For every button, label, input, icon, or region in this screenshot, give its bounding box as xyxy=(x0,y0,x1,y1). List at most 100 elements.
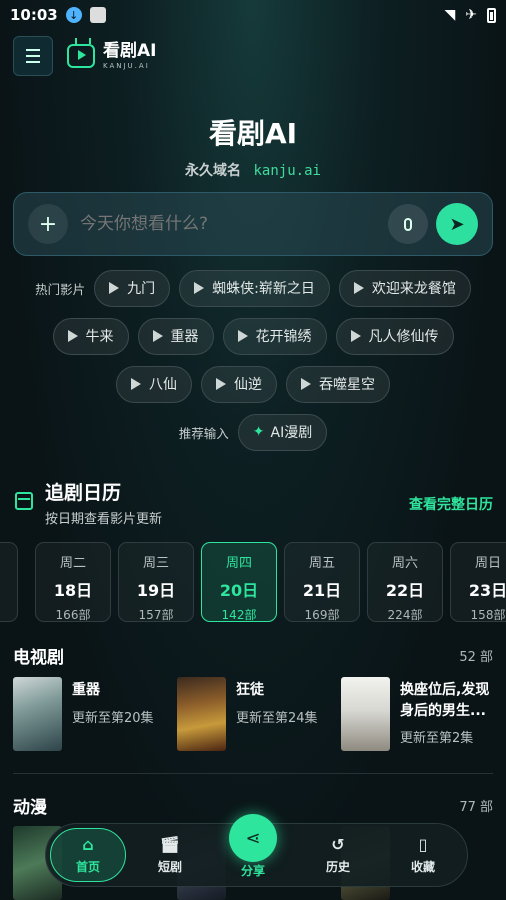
day-card-prev[interactable] xyxy=(0,542,18,622)
day-count: 169部 xyxy=(304,608,340,622)
day-weekday: 周二 xyxy=(59,556,86,571)
menu-icon-line xyxy=(26,49,40,51)
tv-section-header: 电视剧 52 部 xyxy=(13,643,493,668)
day-card[interactable]: 周三 19日 157部 xyxy=(118,542,194,622)
chip-row: 推荐输入 ✦ AI漫剧 xyxy=(0,413,506,451)
chip-text: 牛来 xyxy=(85,329,114,345)
send-button[interactable]: ➤ xyxy=(436,203,478,245)
nav-history[interactable]: ↺ 历史 xyxy=(303,824,373,886)
calendar-header: 追剧日历 按日期查看影片更新 查看完整日历 xyxy=(13,476,493,527)
tv-item[interactable]: 狂徒 更新至第24集 xyxy=(177,677,337,753)
day-count: 157部 xyxy=(138,608,174,622)
tv-logo-icon xyxy=(67,44,95,68)
nav-short-drama[interactable]: 🎬︎ 短剧 xyxy=(135,824,205,886)
day-count: 142部 xyxy=(221,608,257,622)
tv-item-title: 重器 xyxy=(72,682,100,698)
play-icon xyxy=(194,282,205,294)
day-card-selected[interactable]: 周四 20日 142部 xyxy=(201,542,277,622)
hot-movies-chips: 热门影片 九门 蜘蛛侠:崭新之日 欢迎来龙餐馆 牛来 重器 花开锦绣 凡人修仙传… xyxy=(0,269,506,461)
anime-section-count: 77 部 xyxy=(459,800,493,815)
tv-item-update: 更新至第24集 xyxy=(236,711,318,726)
chip-text: AI漫剧 xyxy=(270,425,313,441)
plus-icon: + xyxy=(38,211,58,237)
day-count: 166部 xyxy=(55,608,91,622)
hot-movie-chip[interactable]: 九门 xyxy=(94,269,171,307)
logo-subtitle: KANJU.AI xyxy=(103,61,150,70)
history-icon: ↺ xyxy=(331,835,345,854)
play-icon xyxy=(301,378,311,390)
hot-movie-chip[interactable]: 欢迎来龙餐馆 xyxy=(338,269,471,307)
wifi-icon: ◥ xyxy=(444,7,456,23)
day-date: 21日 xyxy=(302,581,342,600)
day-count: 224部 xyxy=(387,608,423,622)
chip-text: 九门 xyxy=(127,281,156,297)
menu-icon-line xyxy=(26,61,40,63)
chip-text: 欢迎来龙餐馆 xyxy=(371,281,456,297)
tv-section-count: 52 部 xyxy=(459,650,493,665)
hot-movie-chip[interactable]: 花开锦绣 xyxy=(222,317,327,355)
domain-line: 永久域名 kanju.ai xyxy=(0,160,506,180)
hot-movie-chip[interactable]: 八仙 xyxy=(116,365,192,403)
day-card[interactable]: 周六 22日 224部 xyxy=(367,542,443,622)
airplane-icon: ✈ xyxy=(465,7,477,23)
chip-text: 仙逆 xyxy=(234,377,262,393)
day-weekday: 周六 xyxy=(391,556,418,571)
tv-item[interactable]: 重器 更新至第20集 xyxy=(13,677,173,753)
app-logo[interactable]: 看剧AI KANJU.AI xyxy=(67,42,156,70)
chip-text: 吞噬星空 xyxy=(319,377,375,393)
hot-movie-chip[interactable]: 凡人修仙传 xyxy=(335,317,454,355)
hot-movie-chip[interactable]: 吞噬星空 xyxy=(286,365,390,403)
menu-icon-line xyxy=(26,55,40,57)
day-date: 18日 xyxy=(53,581,93,600)
nav-label: 首页 xyxy=(75,860,100,874)
clapperboard-icon: 🎬︎ xyxy=(159,835,181,854)
tv-item-title: 换座位后,发现身后的男生... xyxy=(400,682,490,719)
share-icon: ⋖ xyxy=(245,827,261,849)
day-card[interactable]: 周五 21日 169部 xyxy=(284,542,360,622)
tv-list: 重器 更新至第20集 狂徒 更新至第24集 换座位后,发现身后的男生... 更新… xyxy=(13,677,506,753)
day-date: 22日 xyxy=(385,581,425,600)
hot-movie-chip[interactable]: 重器 xyxy=(137,317,214,355)
chip-text: 蜘蛛侠:崭新之日 xyxy=(212,281,315,297)
nav-home[interactable]: ⌂ 首页 xyxy=(50,828,126,882)
send-icon: ➤ xyxy=(449,213,465,235)
recommend-label: 推荐输入 xyxy=(178,425,229,441)
day-card[interactable]: 周二 18日 166部 xyxy=(35,542,111,622)
chip-text: 八仙 xyxy=(149,377,177,393)
search-input[interactable] xyxy=(80,214,388,234)
full-calendar-link[interactable]: 查看完整日历 xyxy=(409,494,493,514)
app-notification-icon xyxy=(89,7,106,23)
chip-row: 八仙 仙逆 吞噬星空 xyxy=(0,365,506,403)
play-icon xyxy=(350,330,361,342)
day-count: 158部 xyxy=(470,608,506,622)
hot-movie-chip[interactable]: 牛来 xyxy=(52,317,129,355)
calendar-days: 周二 18日 166部 周三 19日 157部 周四 20日 142部 周五 2… xyxy=(0,542,506,624)
section-divider xyxy=(13,773,493,774)
play-icon xyxy=(152,330,163,342)
chip-row: 热门影片 九门 蜘蛛侠:崭新之日 欢迎来龙餐馆 xyxy=(0,269,506,307)
bookmark-icon: ▯ xyxy=(418,835,428,854)
play-icon xyxy=(216,378,226,390)
share-label: 分享 xyxy=(240,864,265,878)
hot-movie-chip[interactable]: 仙逆 xyxy=(201,365,277,403)
sparkle-icon: ✦ xyxy=(252,424,265,440)
recommend-chip[interactable]: ✦ AI漫剧 xyxy=(237,413,328,451)
voice-button[interactable] xyxy=(388,204,428,244)
add-button[interactable]: + xyxy=(28,204,68,244)
play-icon xyxy=(131,378,141,390)
day-date: 19日 xyxy=(136,581,176,600)
day-card[interactable]: 周日 23日 158部 xyxy=(450,542,506,622)
day-weekday: 周五 xyxy=(308,556,335,571)
share-button[interactable]: ⋖ xyxy=(229,814,277,862)
microphone-icon xyxy=(404,217,412,231)
play-icon xyxy=(67,330,78,342)
nav-favorites[interactable]: ▯ 收藏 xyxy=(388,824,458,886)
domain-value: kanju.ai xyxy=(253,163,321,179)
menu-button[interactable] xyxy=(13,36,53,76)
day-weekday: 周日 xyxy=(474,556,501,571)
calendar-icon xyxy=(15,492,33,510)
tv-item[interactable]: 换座位后,发现身后的男生... 更新至第2集 xyxy=(341,677,506,753)
hot-movie-chip[interactable]: 蜘蛛侠:崭新之日 xyxy=(179,269,330,307)
battery-icon xyxy=(487,7,496,23)
play-icon xyxy=(109,282,120,294)
